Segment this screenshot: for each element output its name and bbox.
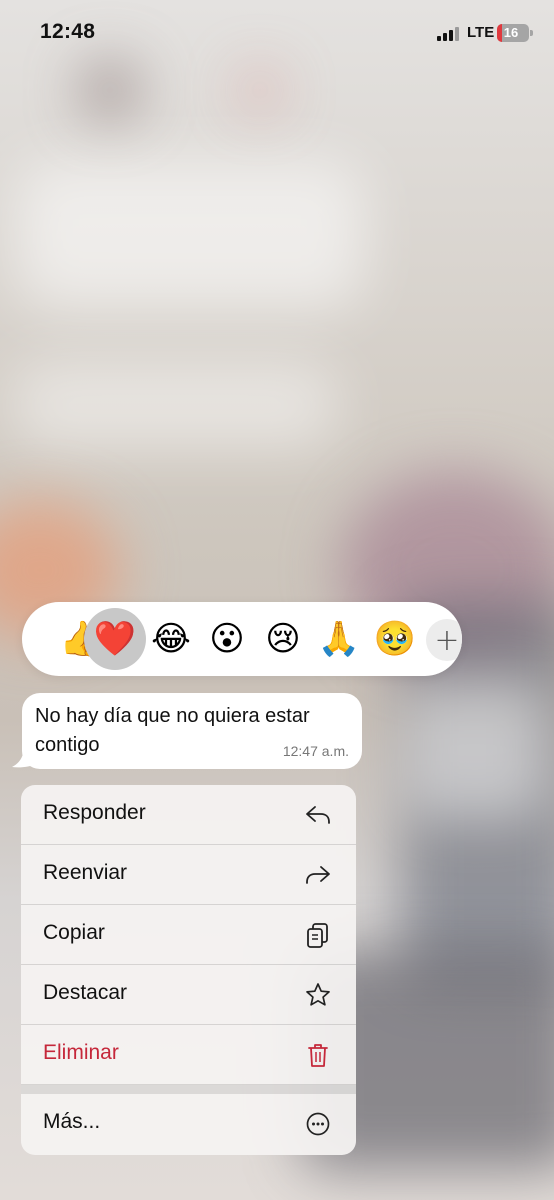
menu-item-label: Destacar — [43, 981, 128, 1004]
reaction-holding-back-tears[interactable]: 🥹 — [368, 612, 422, 666]
menu-item-reply[interactable]: Responder — [21, 785, 356, 845]
battery-percent: 16 — [503, 25, 519, 40]
menu-item-label: Eliminar — [43, 1041, 119, 1064]
reaction-tears-of-joy[interactable]: 😂 — [144, 612, 198, 666]
battery-tip — [530, 30, 533, 36]
menu-item-label: Copiar — [43, 921, 105, 944]
network-type: LTE — [467, 24, 495, 41]
menu-item-label: Responder — [43, 801, 146, 824]
reaction-bar: 👍 ❤️ 😂 😮 😢 🙏 🥹 + — [22, 602, 462, 676]
message-timestamp: 12:47 a.m. — [282, 743, 349, 759]
reaction-surprised[interactable]: 😮 — [200, 612, 254, 666]
menu-separator — [21, 1085, 356, 1094]
blur-shape — [15, 160, 365, 310]
reaction-folded-hands[interactable]: 🙏 — [312, 612, 366, 666]
battery-icon: 16 — [497, 24, 533, 42]
menu-item-copy[interactable]: Copiar — [21, 905, 356, 965]
cellular-signal-icon — [437, 27, 459, 41]
menu-item-label: Más... — [43, 1110, 101, 1133]
status-bar: 12:48 LTE 16 — [0, 0, 554, 64]
status-time: 12:48 — [40, 20, 96, 43]
blur-shape — [400, 680, 550, 820]
menu-item-label: Reenviar — [43, 861, 128, 884]
reply-icon — [306, 806, 330, 824]
blur-shape — [10, 360, 340, 450]
menu-item-forward[interactable]: Reenviar — [21, 845, 356, 905]
blur-shape — [80, 60, 140, 120]
message-context-menu: Responder Reenviar Copiar Destacar Elimi… — [21, 785, 356, 1155]
reaction-red-heart[interactable]: ❤️ — [84, 608, 146, 670]
more-icon — [306, 1112, 330, 1136]
copy-icon — [307, 923, 328, 948]
message-bubble[interactable]: No hay día que no quiera estar contigo 1… — [22, 693, 362, 769]
trash-icon — [308, 1044, 328, 1067]
forward-icon — [306, 866, 330, 884]
reaction-crying[interactable]: 😢 — [256, 612, 310, 666]
menu-item-delete[interactable]: Eliminar — [21, 1025, 356, 1085]
blur-shape — [240, 70, 280, 110]
star-icon — [306, 983, 330, 1006]
menu-item-star[interactable]: Destacar — [21, 965, 356, 1025]
menu-item-more[interactable]: Más... — [21, 1094, 356, 1154]
more-reactions-button[interactable]: + — [426, 619, 462, 661]
